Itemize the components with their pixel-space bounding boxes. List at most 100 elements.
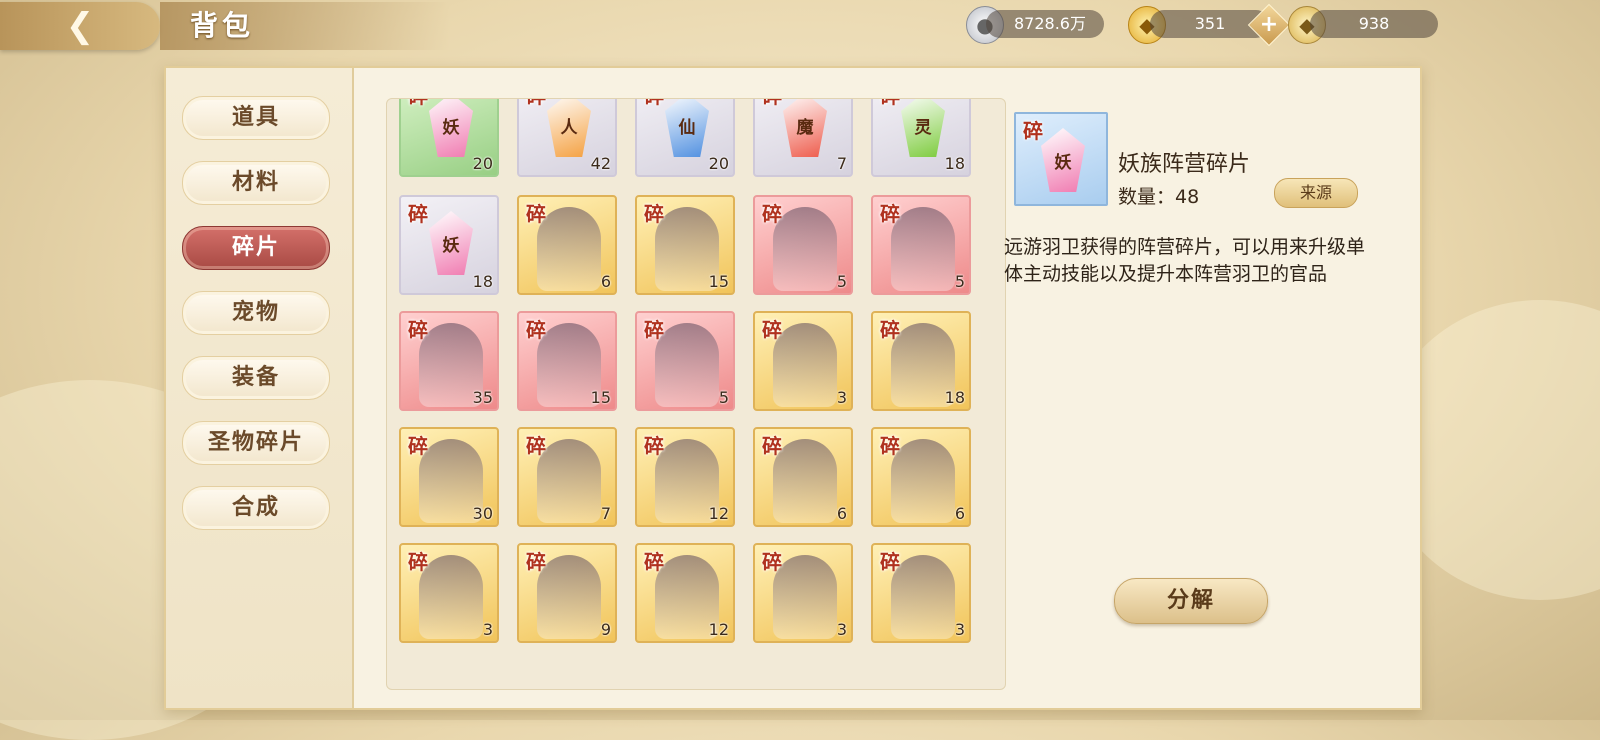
- fragment-item[interactable]: 碎9: [517, 543, 617, 643]
- fragment-item[interactable]: 灵碎 18: [871, 99, 971, 177]
- shard-badge: 碎: [875, 99, 905, 111]
- back-button[interactable]: ❮: [0, 2, 160, 50]
- shard-badge: 碎: [644, 318, 664, 342]
- fragment-item[interactable]: 碎3: [753, 311, 853, 411]
- item-quantity: 数量：48: [1118, 186, 1200, 208]
- fragment-item[interactable]: 碎3: [871, 543, 971, 643]
- fragment-item[interactable]: 妖碎 20: [399, 99, 499, 177]
- item-count: 3: [836, 620, 847, 639]
- fragment-item[interactable]: 碎 12: [635, 427, 735, 527]
- tab-items[interactable]: 道具: [182, 96, 330, 140]
- shard-badge: 碎: [644, 550, 664, 574]
- shard-badge: 碎: [880, 434, 900, 458]
- fragment-grid[interactable]: 妖碎20人碎42仙碎20魔碎7灵碎18妖碎18碎6碎15碎5碎5碎35碎15碎5…: [386, 98, 1006, 690]
- shard-badge: 碎: [757, 99, 787, 111]
- item-count: 15: [590, 388, 611, 407]
- top-bar: ❮ 背包 ● 8728.6万 ◆ 351 + ◆ 938: [0, 0, 1600, 56]
- item-name: 妖族阵营碎片: [1118, 152, 1251, 177]
- tab-pets[interactable]: 宠物: [182, 291, 330, 335]
- shard-badge: 碎: [762, 434, 782, 458]
- item-count: 20: [472, 154, 493, 173]
- fragment-item[interactable]: 碎6: [871, 427, 971, 527]
- category-sidebar: 道具 材料 碎片 宠物 装备 圣物碎片 合成: [166, 68, 354, 708]
- shard-badge: 碎: [408, 550, 428, 574]
- fragment-item[interactable]: 碎 18: [871, 311, 971, 411]
- shard-badge: 碎: [762, 318, 782, 342]
- crystal-glyph: 妖: [1054, 153, 1072, 173]
- fragment-item[interactable]: 人碎 42: [517, 99, 617, 177]
- fragment-item[interactable]: 碎6: [517, 195, 617, 295]
- fragment-item[interactable]: 碎 15: [635, 195, 735, 295]
- fragment-item[interactable]: 碎 30: [399, 427, 499, 527]
- fragment-item[interactable]: 魔碎 7: [753, 99, 853, 177]
- shard-badge: 碎: [521, 99, 551, 111]
- fragment-item[interactable]: 碎 35: [399, 311, 499, 411]
- crystal-glyph: 魔: [796, 118, 814, 138]
- crystal-icon: 妖: [429, 211, 473, 275]
- fragment-item[interactable]: 妖碎 18: [399, 195, 499, 295]
- item-count: 35: [472, 388, 493, 407]
- shard-badge: 碎: [639, 99, 669, 111]
- fragment-item[interactable]: 碎5: [753, 195, 853, 295]
- shard-badge: 碎: [880, 550, 900, 574]
- source-button[interactable]: 来源: [1274, 178, 1358, 208]
- crystal-icon: 魔: [783, 99, 827, 157]
- crystal-icon: 人: [547, 99, 591, 157]
- item-count: 5: [718, 388, 729, 407]
- item-count: 6: [836, 504, 847, 523]
- shard-badge: 碎: [526, 202, 546, 226]
- item-count: 5: [954, 272, 965, 291]
- back-arrow-icon: ❮: [65, 6, 95, 46]
- tab-materials[interactable]: 材料: [182, 161, 330, 205]
- crystal-icon: 仙: [665, 99, 709, 157]
- shard-badge: 碎: [880, 202, 900, 226]
- item-count: 30: [472, 504, 493, 523]
- item-count: 3: [836, 388, 847, 407]
- fragment-item[interactable]: 碎6: [753, 427, 853, 527]
- crystal-glyph: 灵: [914, 118, 932, 138]
- crystal-glyph: 人: [560, 118, 578, 138]
- fragment-item[interactable]: 仙碎 20: [635, 99, 735, 177]
- tab-synthesis[interactable]: 合成: [182, 486, 330, 530]
- page-title: 背包: [160, 2, 450, 50]
- backpack-panel: 道具 材料 碎片 宠物 装备 圣物碎片 合成 妖碎20人碎42仙碎20魔碎7灵碎…: [164, 66, 1422, 710]
- item-count: 18: [944, 388, 965, 407]
- shard-badge: 碎: [408, 434, 428, 458]
- item-count: 5: [836, 272, 847, 291]
- fragment-item[interactable]: 碎3: [753, 543, 853, 643]
- item-description: 远游羽卫获得的阵营碎片，可以用来升级单体主动技能以及提升本阵营羽卫的官品: [1004, 236, 1366, 285]
- recharge-button[interactable]: +: [1247, 3, 1291, 47]
- fragment-item[interactable]: 碎 15: [517, 311, 617, 411]
- item-count: 12: [708, 504, 729, 523]
- crystal-icon: 妖: [429, 99, 473, 157]
- fragment-item[interactable]: 碎5: [635, 311, 735, 411]
- shard-badge: 碎: [526, 550, 546, 574]
- crystal-glyph: 妖: [442, 118, 460, 138]
- shard-badge: 碎: [762, 550, 782, 574]
- shard-badge: 碎: [644, 202, 664, 226]
- silver-currency-value: 8728.6万: [986, 10, 1104, 38]
- shard-badge: 碎: [644, 434, 664, 458]
- shard-badge: 碎: [408, 318, 428, 342]
- crystal-icon: 灵: [901, 99, 945, 157]
- shard-badge: 碎: [526, 434, 546, 458]
- item-count: 7: [600, 504, 611, 523]
- fragment-item[interactable]: 碎3: [399, 543, 499, 643]
- item-count: 18: [472, 272, 493, 291]
- fragment-item[interactable]: 碎5: [871, 195, 971, 295]
- tab-fragments[interactable]: 碎片: [182, 226, 330, 270]
- item-count: 9: [600, 620, 611, 639]
- selected-item-icon: 碎 妖: [1014, 112, 1108, 206]
- item-count: 6: [954, 504, 965, 523]
- item-count: 18: [944, 154, 965, 173]
- fragment-item[interactable]: 碎7: [517, 427, 617, 527]
- item-count: 12: [708, 620, 729, 639]
- item-count: 3: [954, 620, 965, 639]
- tab-relic-fragments[interactable]: 圣物碎片: [182, 421, 330, 465]
- decompose-button[interactable]: 分解: [1114, 578, 1268, 624]
- crystal-glyph: 妖: [442, 236, 460, 256]
- shard-badge: 碎: [762, 202, 782, 226]
- item-count: 15: [708, 272, 729, 291]
- tab-equipment[interactable]: 装备: [182, 356, 330, 400]
- fragment-item[interactable]: 碎 12: [635, 543, 735, 643]
